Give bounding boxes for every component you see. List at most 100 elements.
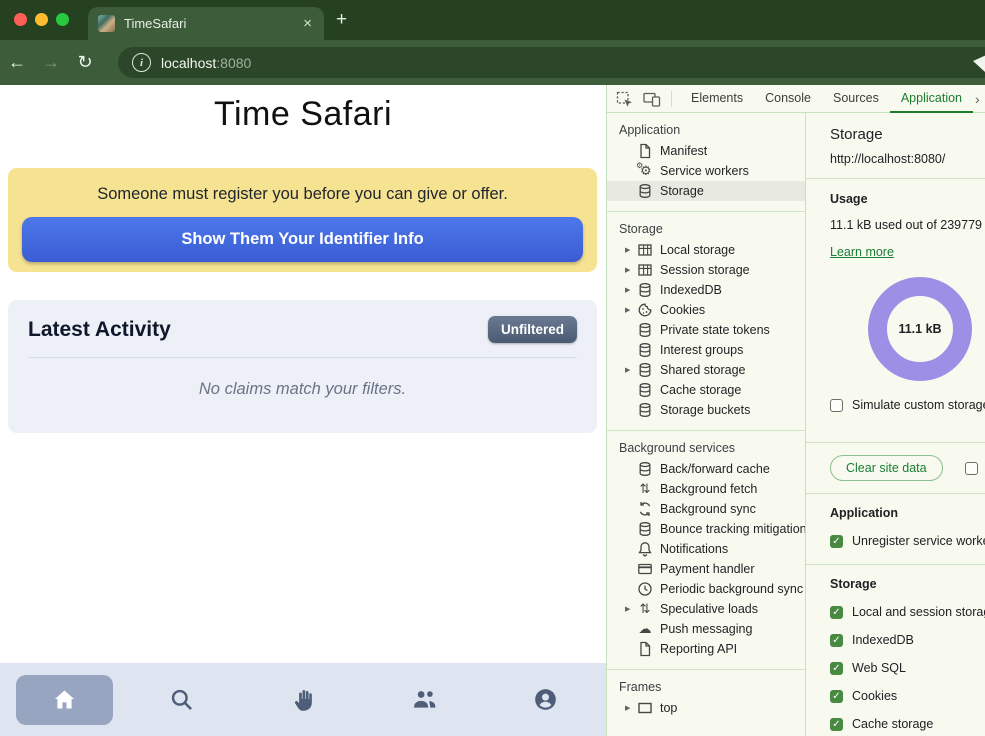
application-checks-section: Application ✓ Unregister service workers: [806, 494, 985, 565]
section-label: Frames: [607, 676, 805, 698]
unfiltered-button[interactable]: Unfiltered: [488, 316, 577, 343]
browser-toolbar: ← → ↻ i localhost :8080: [0, 40, 985, 85]
gears-icon: ⚙⚙: [637, 163, 653, 179]
nav-offers[interactable]: [242, 663, 363, 736]
tree-item-shared-storage[interactable]: ▶ Shared storage: [607, 360, 805, 380]
nav-profile[interactable]: [485, 663, 606, 736]
tree-item-payment-handler[interactable]: Payment handler: [607, 559, 805, 579]
expand-arrow-icon[interactable]: ▶: [625, 366, 635, 374]
forward-button[interactable]: →: [34, 52, 68, 73]
devtools-tab-elements[interactable]: Elements: [680, 85, 754, 113]
tree-item-background-sync[interactable]: Background sync: [607, 499, 805, 519]
tree-item-service-workers[interactable]: ⚙⚙ Service workers: [607, 161, 805, 181]
section-label: Application: [607, 119, 805, 141]
sidebar-section-storage: Storage ▶ Local storage ▶ Session storag…: [607, 212, 805, 431]
show-identifier-info-button[interactable]: Show Them Your Identifier Info: [22, 217, 583, 262]
expand-arrow-icon[interactable]: ▶: [625, 246, 635, 254]
devtools-tabbar: Elements Console Sources Application ›: [607, 85, 985, 113]
url-host: localhost: [161, 55, 216, 71]
tab-favicon-icon: [98, 15, 115, 32]
zoom-window-button[interactable]: [56, 13, 69, 26]
cookies-checkbox[interactable]: ✓: [830, 690, 843, 703]
tree-item-notifications[interactable]: Notifications: [607, 539, 805, 559]
devtools-tab-console[interactable]: Console: [754, 85, 822, 113]
cloud-icon: ☁: [637, 621, 653, 637]
sync-icon: [637, 501, 653, 517]
nav-home-active-pill[interactable]: [16, 675, 113, 725]
latest-activity-card: Latest Activity Unfiltered No claims mat…: [8, 300, 597, 433]
database-icon: [637, 382, 653, 398]
section-label: Storage: [607, 218, 805, 240]
devtools-tab-application[interactable]: Application: [890, 85, 973, 113]
tree-item-speculative-loads[interactable]: ▶ ⇅ Speculative loads: [607, 599, 805, 619]
web-sql-checkbox[interactable]: ✓: [830, 662, 843, 675]
tree-item-back-forward-cache[interactable]: Back/forward cache: [607, 459, 805, 479]
check-local-session-storage: ✓ Local and session storage: [830, 605, 985, 619]
clear-site-data-button[interactable]: Clear site data: [830, 455, 943, 481]
file-icon: [637, 641, 653, 657]
local-session-storage-checkbox[interactable]: ✓: [830, 606, 843, 619]
new-tab-button[interactable]: +: [336, 10, 347, 29]
up-down-arrows-icon: ⇅: [637, 481, 653, 497]
indexeddb-checkbox[interactable]: ✓: [830, 634, 843, 647]
tree-item-cache-storage[interactable]: Cache storage: [607, 380, 805, 400]
tree-item-session-storage[interactable]: ▶ Session storage: [607, 260, 805, 280]
expand-arrow-icon[interactable]: ▶: [625, 704, 635, 712]
unregister-sw-row: ✓ Unregister service workers: [830, 534, 985, 548]
minimize-window-button[interactable]: [35, 13, 48, 26]
close-window-button[interactable]: [14, 13, 27, 26]
tab-close-icon[interactable]: ×: [301, 15, 314, 32]
devtools-tab-sources[interactable]: Sources: [822, 85, 890, 113]
site-info-icon[interactable]: i: [132, 53, 151, 72]
alert-message: Someone must register you before you can…: [22, 185, 583, 204]
usage-text: 11.1 kB used out of 239779 MB storage qu…: [830, 218, 985, 232]
tree-item-storage[interactable]: Storage: [607, 181, 805, 201]
tree-item-periodic-background-sync[interactable]: Periodic background sync: [607, 579, 805, 599]
nav-contacts[interactable]: [364, 663, 485, 736]
sidebar-section-frames: Frames ▶ top: [607, 670, 805, 728]
nav-search[interactable]: [121, 663, 242, 736]
tree-item-interest-groups[interactable]: Interest groups: [607, 340, 805, 360]
address-bar[interactable]: i localhost :8080: [118, 47, 985, 78]
database-icon: [637, 521, 653, 537]
including-cookies-checkbox[interactable]: [965, 462, 978, 475]
inspect-element-icon[interactable]: [616, 91, 634, 107]
database-icon: [637, 362, 653, 378]
cache-storage-checkbox[interactable]: ✓: [830, 718, 843, 731]
tab-title: TimeSafari: [124, 16, 301, 31]
tree-item-top-frame[interactable]: ▶ top: [607, 698, 805, 718]
table-icon: [637, 242, 653, 258]
usage-heading: Usage: [830, 192, 985, 206]
expand-arrow-icon[interactable]: ▶: [625, 306, 635, 314]
tree-item-bounce-tracking-mitigations[interactable]: Bounce tracking mitigations: [607, 519, 805, 539]
home-icon: [51, 686, 78, 713]
tree-item-indexeddb[interactable]: ▶ IndexedDB: [607, 280, 805, 300]
tree-item-private-state-tokens[interactable]: Private state tokens: [607, 320, 805, 340]
reload-button[interactable]: ↻: [68, 52, 102, 73]
expand-arrow-icon[interactable]: ▶: [625, 286, 635, 294]
device-toolbar-icon[interactable]: [643, 91, 661, 107]
more-tabs-icon[interactable]: ›: [975, 91, 980, 107]
people-icon: [411, 686, 438, 713]
nav-home[interactable]: [0, 663, 121, 736]
tree-item-local-storage[interactable]: ▶ Local storage: [607, 240, 805, 260]
expand-arrow-icon[interactable]: ▶: [625, 266, 635, 274]
window-controls: [14, 13, 69, 26]
simulate-quota-checkbox[interactable]: [830, 399, 843, 412]
unregister-sw-checkbox[interactable]: ✓: [830, 535, 843, 548]
check-web-sql: ✓ Web SQL: [830, 661, 985, 675]
unregister-sw-label: Unregister service workers: [852, 534, 985, 548]
tree-item-background-fetch[interactable]: ⇅ Background fetch: [607, 479, 805, 499]
tree-item-cookies[interactable]: ▶ Cookies: [607, 300, 805, 320]
browser-tab[interactable]: TimeSafari ×: [88, 7, 324, 40]
application-heading: Application: [830, 506, 985, 520]
database-icon: [637, 342, 653, 358]
learn-more-link[interactable]: Learn more: [830, 245, 894, 259]
tree-item-reporting-api[interactable]: Reporting API: [607, 639, 805, 659]
expand-arrow-icon[interactable]: ▶: [625, 605, 635, 613]
tree-item-storage-buckets[interactable]: Storage buckets: [607, 400, 805, 420]
payment-card-icon: [637, 561, 653, 577]
tree-item-push-messaging[interactable]: ☁ Push messaging: [607, 619, 805, 639]
back-button[interactable]: ←: [0, 52, 34, 73]
tree-item-manifest[interactable]: Manifest: [607, 141, 805, 161]
